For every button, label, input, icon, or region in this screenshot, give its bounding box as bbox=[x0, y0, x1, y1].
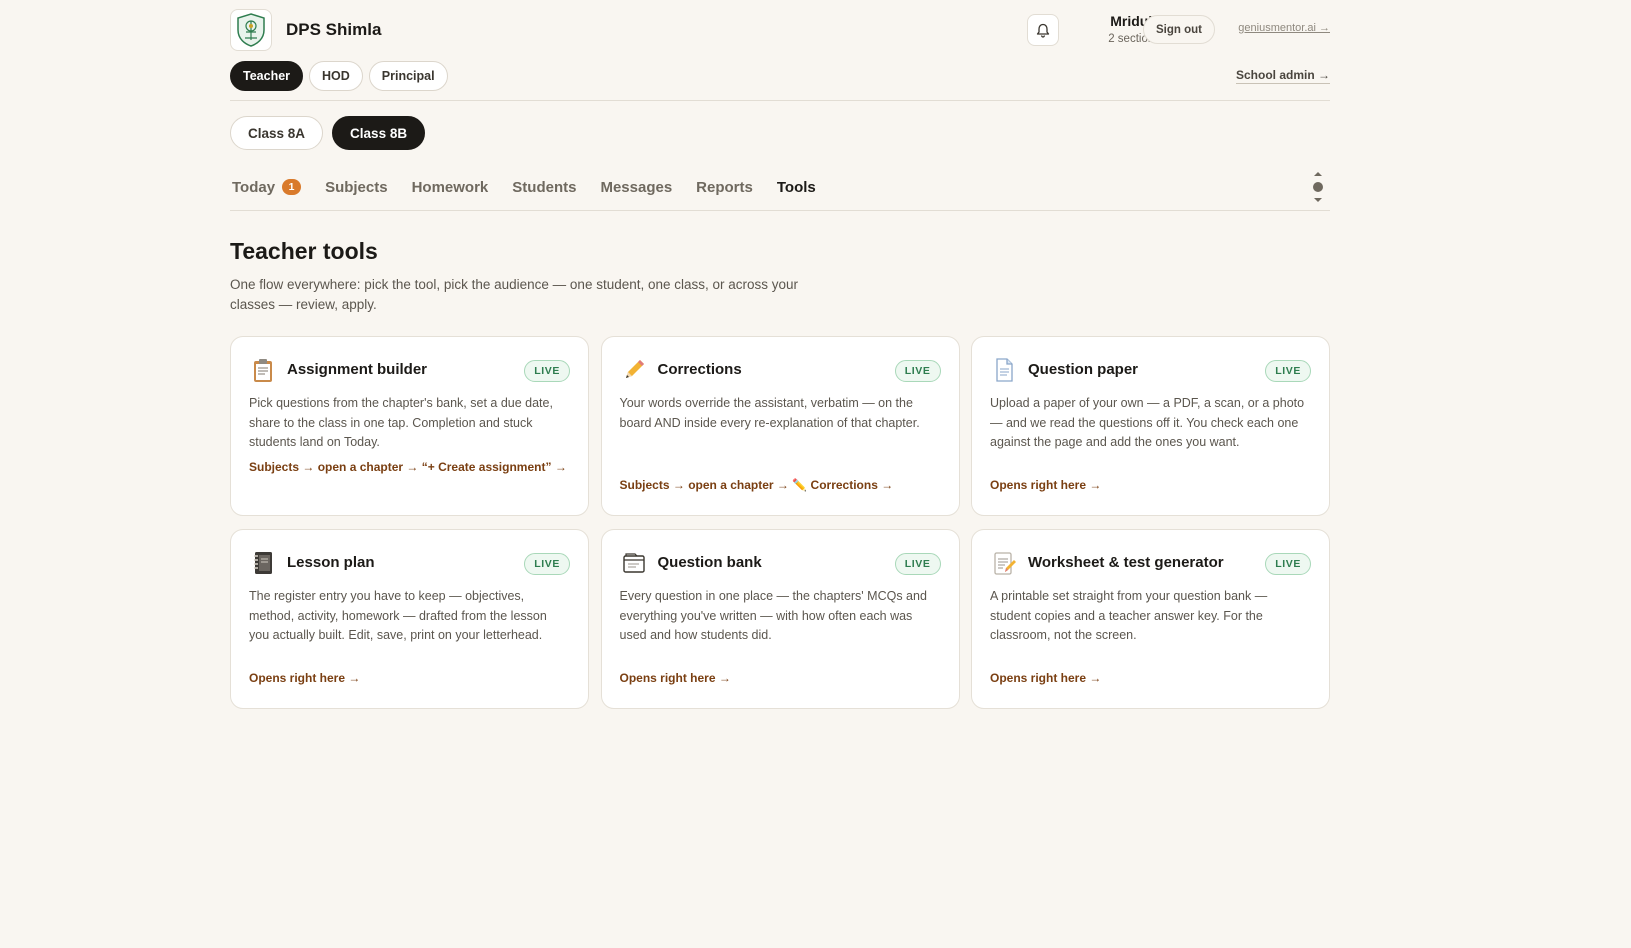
path-step: ✏️ Corrections bbox=[792, 478, 878, 492]
tool-card-lesson-plan[interactable]: Lesson plan LIVE The register entry you … bbox=[230, 529, 589, 709]
open-here-link[interactable]: Opens right here → bbox=[249, 669, 569, 688]
path-step: Subjects bbox=[249, 460, 300, 474]
path-step: open a chapter bbox=[688, 478, 774, 492]
tool-card-question-bank[interactable]: Question bank LIVE Every question in one… bbox=[600, 529, 960, 709]
card-title: Question paper bbox=[1028, 361, 1139, 378]
link-label: Opens right here bbox=[249, 671, 346, 685]
page-title: Teacher tools bbox=[230, 238, 378, 264]
school-name: DPS Shimla bbox=[286, 20, 382, 39]
tab-tools[interactable]: Tools bbox=[777, 179, 816, 196]
card-title: Lesson plan bbox=[287, 554, 375, 571]
tab-today[interactable]: Today 1 bbox=[232, 178, 302, 196]
card-path-link[interactable]: Subjects → open a chapter → “+ Create as… bbox=[249, 458, 569, 477]
card-description: Pick questions from the chapter's bank, … bbox=[249, 396, 553, 449]
clipboard-icon bbox=[254, 359, 272, 382]
tab-label: Today bbox=[232, 178, 276, 196]
open-here-link[interactable]: Opens right here → bbox=[990, 476, 1310, 495]
card-title: Assignment builder bbox=[287, 361, 428, 378]
tab-messages[interactable]: Messages bbox=[600, 179, 672, 196]
path-step: “+ Create assignment” bbox=[421, 460, 552, 474]
tab-subjects[interactable]: Subjects bbox=[325, 179, 388, 196]
notifications-button[interactable] bbox=[1027, 14, 1059, 46]
tool-card-assignment-builder[interactable]: Assignment builder LIVE Pick questions f… bbox=[230, 336, 589, 516]
tab-scroll-control[interactable] bbox=[1312, 169, 1324, 205]
status-badge: LIVE bbox=[1265, 553, 1311, 575]
main-tabs: Today 1 Subjects Homework Students Messa… bbox=[232, 176, 816, 198]
card-description: Upload a paper of your own — a PDF, a sc… bbox=[990, 396, 1305, 449]
count-badge: 1 bbox=[282, 179, 302, 195]
status-badge: LIVE bbox=[524, 553, 570, 575]
page-icon bbox=[996, 358, 1013, 382]
card-title: Question bank bbox=[657, 554, 762, 571]
scroll-thumb bbox=[1313, 182, 1323, 192]
tab-students[interactable]: Students bbox=[512, 179, 576, 196]
memo-icon bbox=[994, 552, 1016, 575]
link-label: Opens right here bbox=[990, 671, 1087, 685]
class-8a[interactable]: Class 8A bbox=[230, 116, 324, 150]
card-description: Every question in one place — the chapte… bbox=[619, 589, 927, 642]
path-step: open a chapter bbox=[317, 460, 404, 474]
link-label: Opens right here bbox=[619, 671, 716, 685]
school-logo[interactable] bbox=[230, 9, 272, 51]
role-hod[interactable]: HOD bbox=[309, 61, 363, 91]
card-description: The register entry you have to keep — ob… bbox=[249, 589, 547, 642]
external-site-link[interactable]: geniusmentor.ai → bbox=[1238, 22, 1330, 34]
status-badge: LIVE bbox=[1265, 360, 1311, 382]
card-description: A printable set straight from your quest… bbox=[990, 589, 1268, 642]
tool-card-question-paper[interactable]: Question paper LIVE Upload a paper of yo… bbox=[971, 336, 1330, 516]
status-badge: LIVE bbox=[894, 360, 941, 382]
app-shell: DPS Shimla Mridula 2 sections Sign out g… bbox=[230, 0, 1330, 709]
status-badge: LIVE bbox=[524, 360, 570, 382]
tab-reports[interactable]: Reports bbox=[696, 179, 753, 196]
divider bbox=[230, 210, 1330, 211]
open-here-link[interactable]: Opens right here → bbox=[990, 669, 1310, 688]
top-header: DPS Shimla Mridula 2 sections Sign out g… bbox=[230, 0, 1330, 60]
card-index-icon bbox=[622, 553, 645, 573]
tool-card-worksheet-generator[interactable]: Worksheet & test generator LIVE A printa… bbox=[971, 529, 1330, 709]
card-title: Corrections bbox=[657, 361, 742, 378]
card-description: Your words override the assistant, verba… bbox=[619, 396, 920, 430]
status-badge: LIVE bbox=[894, 553, 941, 575]
scroll-up-icon bbox=[1314, 172, 1322, 176]
role-principal[interactable]: Principal bbox=[368, 61, 448, 91]
class-switcher: Class 8A Class 8B bbox=[230, 116, 426, 150]
sign-out-button[interactable]: Sign out bbox=[1143, 15, 1215, 44]
pencil-icon bbox=[625, 360, 644, 378]
school-admin-link[interactable]: School admin → bbox=[1235, 68, 1330, 84]
role-switcher: Teacher HOD Principal bbox=[230, 61, 448, 91]
tools-grid: Assignment builder LIVE Pick questions f… bbox=[230, 336, 1330, 709]
class-8b[interactable]: Class 8B bbox=[332, 116, 426, 150]
divider bbox=[230, 100, 1330, 101]
scroll-down-icon bbox=[1314, 198, 1322, 202]
tab-homework[interactable]: Homework bbox=[412, 179, 489, 196]
open-here-link[interactable]: Opens right here → bbox=[620, 669, 940, 688]
tool-card-corrections[interactable]: Corrections LIVE Your words override the… bbox=[600, 336, 960, 516]
notebook-icon bbox=[254, 552, 272, 574]
page-subtitle: One flow everywhere: pick the tool, pick… bbox=[230, 277, 799, 312]
card-title: Worksheet & test generator bbox=[1028, 554, 1224, 571]
bell-icon bbox=[1036, 23, 1050, 38]
role-teacher[interactable]: Teacher bbox=[230, 61, 304, 91]
link-label: Opens right here bbox=[990, 478, 1087, 492]
card-path-link[interactable]: Subjects → open a chapter → ✏️ Correctio… bbox=[620, 476, 940, 495]
path-step: Subjects bbox=[619, 478, 670, 492]
